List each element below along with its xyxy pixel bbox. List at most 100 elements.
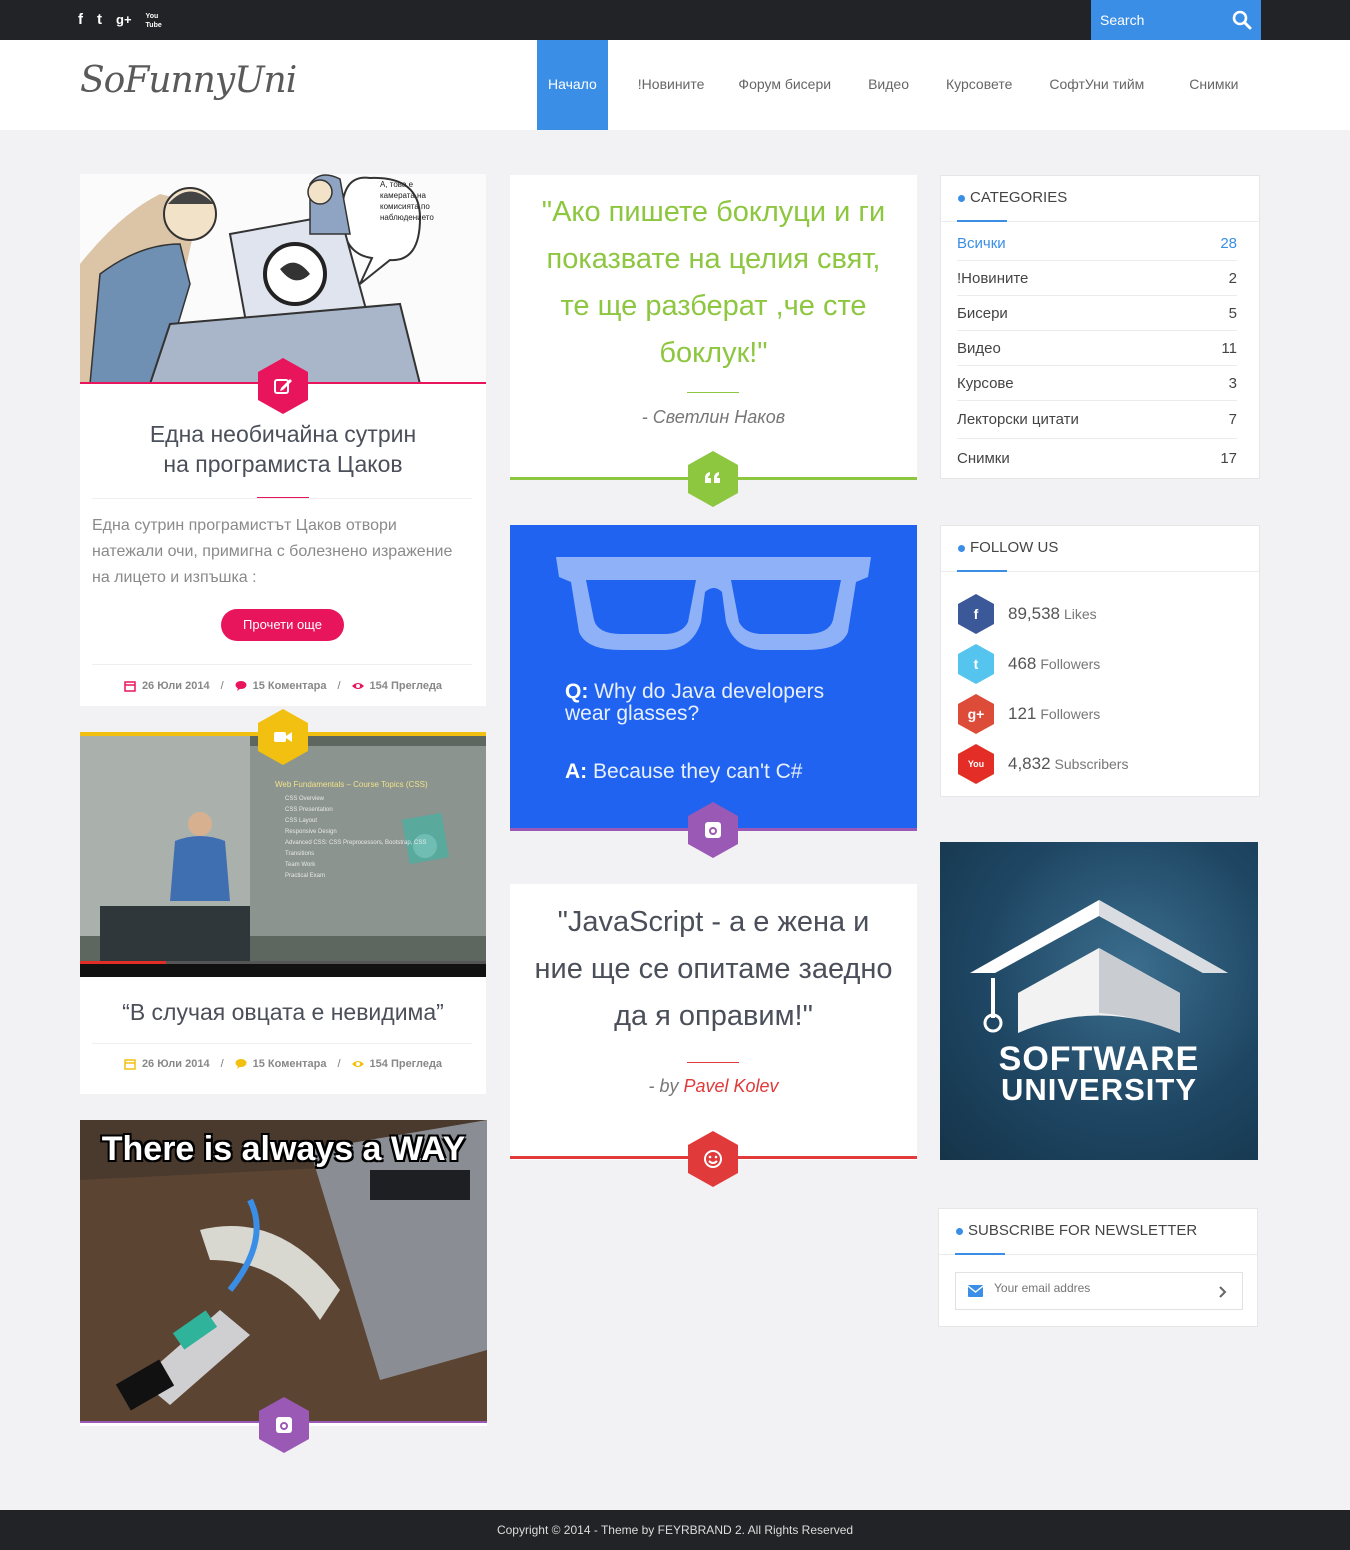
calendar-icon (124, 1059, 136, 1070)
widget-title: FOLLOW US (941, 526, 1259, 572)
meta-sep: / (337, 680, 341, 692)
quote-divider (687, 1062, 739, 1063)
category-count: 7 (1228, 411, 1237, 428)
meta-sep: / (337, 1058, 341, 1070)
post-meta: 26 Юли 2014 / 15 Коментара / 154 Преглед… (80, 1058, 486, 1070)
category-count: 5 (1228, 305, 1237, 322)
software-university-banner[interactable]: SOFTWARE UNIVERSITY (940, 842, 1258, 1160)
nav-news[interactable]: !Новините (608, 40, 722, 130)
category-label: Снимки (957, 450, 1010, 467)
slide-item: Advanced CSS: CSS Preprocessors, Bootstr… (285, 840, 427, 857)
post-type-badge-image (688, 802, 738, 858)
nav-home[interactable]: Начало (537, 40, 608, 130)
youtube-icon[interactable]: You Tube (146, 12, 162, 30)
follow-count: 121 (1008, 704, 1037, 723)
category-label: Лекторски цитати (957, 411, 1079, 428)
calendar-icon (124, 681, 136, 692)
category-item[interactable]: Курсове 3 (957, 366, 1237, 401)
title-underline (957, 570, 1007, 572)
follow-title: FOLLOW US (970, 539, 1059, 556)
author-link[interactable]: Pavel Kolev (683, 1076, 778, 1096)
follow-list: f 89,538 Likes t 468 Followers g+ 121 Follo… (941, 572, 1259, 789)
post-title-line1: Една необичайна сутрин (149, 421, 417, 447)
category-count: 28 (1220, 235, 1237, 252)
slide-item: CSS Layout (285, 818, 318, 824)
comic-speech-bubble: А, това е камерата на комисията по наблю… (380, 180, 434, 222)
slide-title: Web Fundamentals – Course Topics (CSS) (275, 780, 428, 789)
category-label: Бисери (957, 305, 1008, 322)
quote-card-nakov: "Ако пишете боклуци и ги показвате на це… (510, 175, 917, 507)
category-item[interactable]: Всички 28 (957, 226, 1237, 261)
smile-icon (704, 1150, 722, 1168)
graduation-cap-icon (970, 900, 1228, 1033)
joke-question: Q: Why do Java developers wear glasses? (565, 681, 865, 725)
post-comments[interactable]: 15 Коментара (253, 680, 327, 692)
follow-widget: FOLLOW US f 89,538 Likes t 468 Followers g… (940, 525, 1260, 797)
twitter-icon: t (958, 644, 994, 684)
follow-google-plus[interactable]: g+ 121 Followers (941, 689, 1259, 739)
nav-video[interactable]: Видео (848, 40, 926, 130)
category-item[interactable]: Снимки 17 (957, 439, 1237, 479)
post-card-comic: А, това е камерата на комисията по наблю… (80, 174, 486, 706)
banner-line2: UNIVERSITY (1000, 1072, 1198, 1107)
newsletter-form (955, 1272, 1243, 1310)
slide-item: Practical Exam (285, 873, 326, 879)
facebook-icon[interactable]: f (78, 11, 83, 30)
search-input[interactable] (1091, 12, 1221, 28)
follow-twitter[interactable]: t 468 Followers (941, 639, 1259, 689)
nav-team[interactable]: СофтУни тийм (1029, 40, 1161, 130)
quote-text: "JavaScript - а е жена и ние ще се опита… (534, 906, 893, 1032)
category-item[interactable]: Лекторски цитати 7 (957, 401, 1237, 439)
a-text: Because they can't C# (593, 760, 803, 783)
follow-count: 89,538 (1008, 604, 1060, 623)
twitter-icon[interactable]: t (97, 11, 102, 30)
widget-title: CATEGORIES (941, 176, 1259, 222)
post-views: 154 Прегледа (369, 1058, 443, 1070)
post-title[interactable]: Една необичайна сутрин на програмиста Ца… (80, 419, 486, 479)
hr (92, 498, 472, 499)
follow-facebook[interactable]: f 89,538 Likes (941, 589, 1259, 639)
post-views: 154 Прегледа (369, 680, 443, 692)
category-count: 11 (1221, 340, 1237, 357)
chevron-right-icon[interactable] (1218, 1285, 1228, 1299)
post-meta: 26 Юли 2014 / 15 Коментара / 154 Преглед… (80, 680, 486, 692)
google-plus-icon[interactable]: g+ (116, 11, 132, 30)
glasses-illustration (556, 557, 871, 650)
category-label: Курсове (957, 375, 1014, 392)
nav-courses[interactable]: Курсовете (926, 40, 1029, 130)
youtube-icon: You (958, 744, 994, 784)
newsletter-email-input[interactable] (994, 1281, 1204, 1295)
category-item[interactable]: !Новините 2 (957, 261, 1237, 296)
nav-photos[interactable]: Снимки (1161, 40, 1238, 130)
widget-title: SUBSCRIBE FOR NEWSLETTER (939, 1209, 1257, 1255)
site-logo[interactable]: SoFunnyUni (80, 60, 297, 101)
category-item[interactable]: Бисери 5 (957, 296, 1237, 331)
post-type-badge-smile (688, 1131, 738, 1187)
title-underline (955, 1253, 1005, 1255)
follow-youtube[interactable]: You 4,832 Subscribers (941, 739, 1259, 789)
category-item[interactable]: Видео 11 (957, 331, 1237, 366)
category-count: 3 (1228, 375, 1237, 392)
post-comments[interactable]: 15 Коментара (253, 1058, 327, 1070)
envelope-icon (968, 1285, 983, 1297)
top-social-links: f t g+ You Tube (78, 11, 162, 30)
post-date: 26 Юли 2014 (141, 680, 210, 692)
post-card-image-way: There is always a WAY (80, 1120, 487, 1453)
author-prefix: - by (648, 1076, 684, 1096)
site-header: SoFunnyUni Начало !Новините Форум бисери… (0, 40, 1350, 130)
a-label: A: (565, 760, 588, 783)
q-label: Q: (565, 680, 589, 703)
category-label: Видео (957, 340, 1001, 357)
nav-forum[interactable]: Форум бисери (721, 40, 848, 130)
image-card-glasses: Q: Why do Java developers wear glasses? … (510, 525, 917, 858)
category-count: 2 (1228, 270, 1237, 287)
follow-label: Subscribers (1054, 756, 1129, 772)
slide-list: CSS Overview CSS Presentation CSS Layout… (285, 794, 435, 882)
instagram-icon (276, 1417, 292, 1433)
post-title[interactable]: “В случая овцата е невидима” (80, 997, 486, 1027)
search-icon[interactable] (1232, 10, 1252, 30)
follow-label: Followers (1040, 656, 1101, 672)
read-more-button[interactable]: Прочети още (221, 609, 344, 641)
category-label: Всички (957, 235, 1006, 252)
slide-item: Responsive Design (285, 829, 337, 835)
